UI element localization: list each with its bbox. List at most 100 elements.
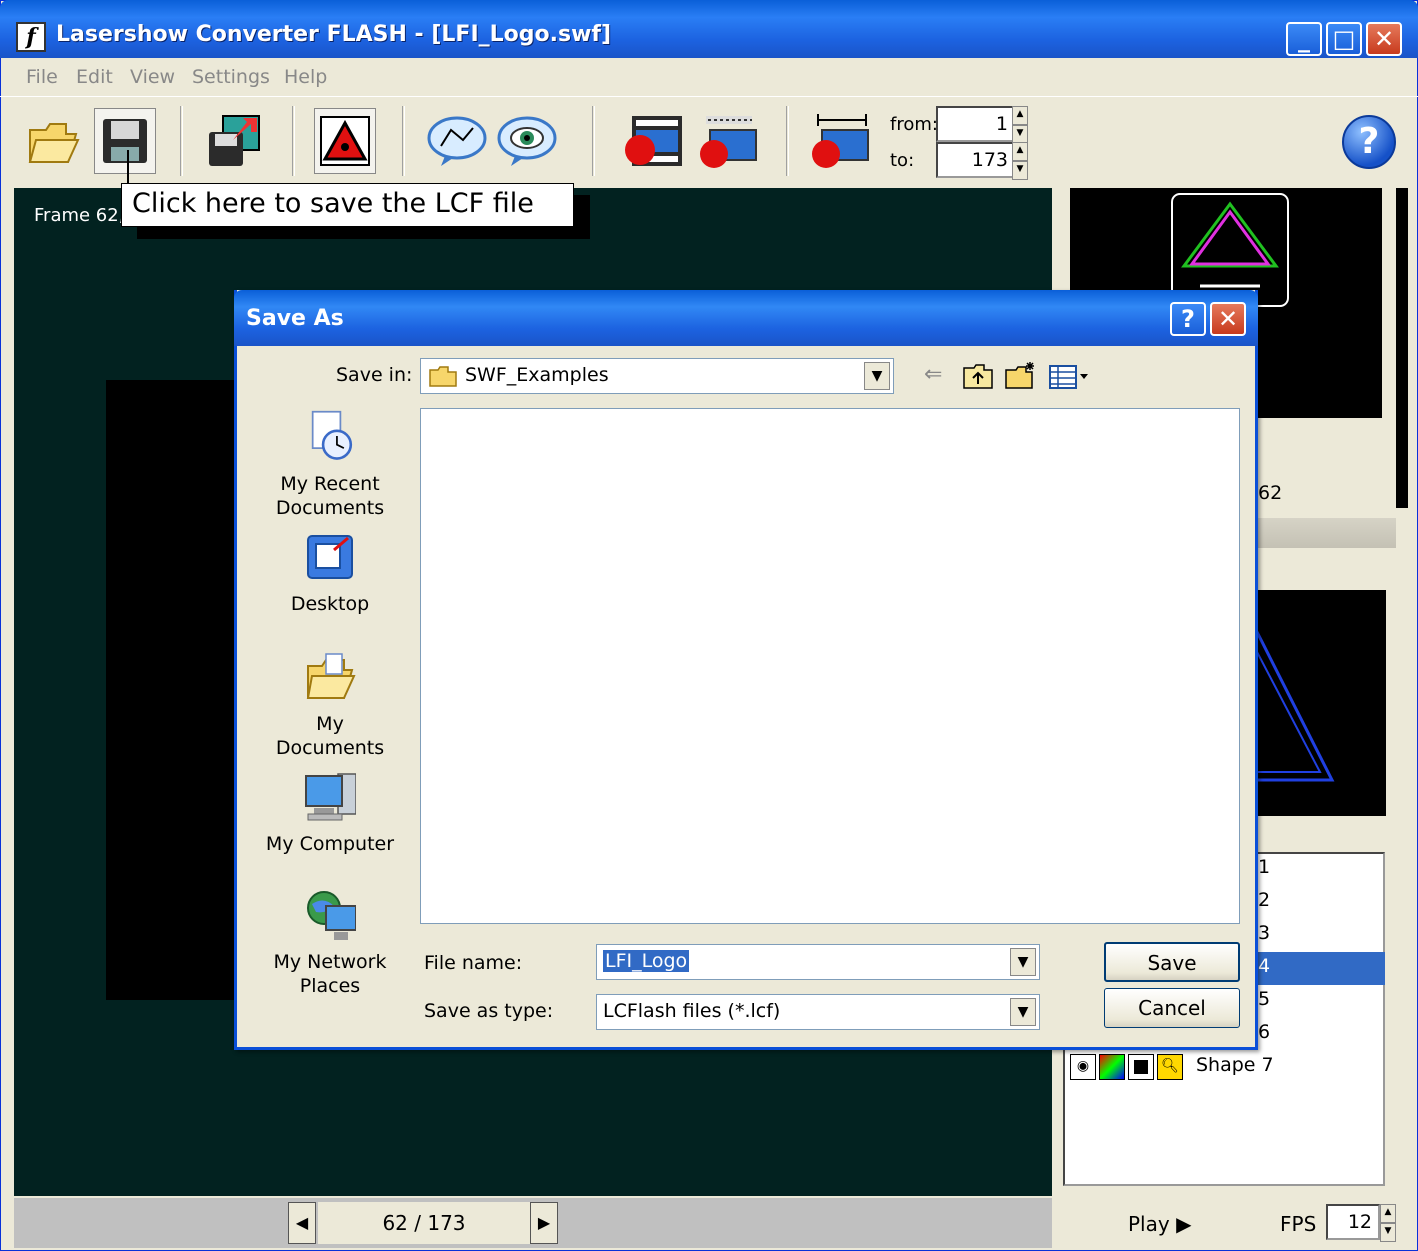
- from-label: from:: [890, 114, 938, 135]
- chevron-down-icon[interactable]: ▼: [1010, 948, 1036, 976]
- menu-help[interactable]: Help: [284, 66, 327, 88]
- dialog-help-button[interactable]: ?: [1170, 302, 1206, 336]
- open-button[interactable]: [22, 108, 84, 174]
- from-frame-input[interactable]: 1: [936, 106, 1016, 142]
- record-range-icon: [812, 114, 869, 168]
- to-label: to:: [890, 150, 915, 171]
- layer-item[interactable]: 5: [1258, 988, 1270, 1010]
- file-name-value: LFI_Logo: [603, 950, 690, 972]
- frame-number-partial: 62: [1258, 482, 1283, 504]
- record-range-button[interactable]: [808, 108, 870, 174]
- folder-icon: [428, 364, 458, 393]
- preview-scrollbar[interactable]: [1396, 188, 1408, 508]
- file-name-input[interactable]: LFI_Logo: [596, 944, 1040, 980]
- dialog-titlebar[interactable]: [234, 290, 1258, 346]
- visibility-eye-icon[interactable]: ◉: [1070, 1054, 1096, 1080]
- toolbar-separator: [786, 106, 789, 176]
- my-computer-icon: [305, 773, 357, 821]
- record-all-icon: [700, 116, 757, 168]
- frame-counter: 62 / 173: [318, 1202, 530, 1244]
- help-icon[interactable]: ?: [1342, 115, 1396, 169]
- stepper-down-icon[interactable]: ▼: [1380, 1223, 1396, 1242]
- app-logo-icon: f: [16, 22, 46, 52]
- layer-item[interactable]: 4: [1258, 955, 1270, 977]
- laser-warning-icon: [320, 116, 370, 166]
- view-menu-icon[interactable]: [1048, 362, 1092, 395]
- next-frame-button[interactable]: ▶: [530, 1202, 558, 1244]
- callout-pointer: [127, 150, 129, 186]
- fps-label: FPS: [1280, 1212, 1317, 1236]
- menu-settings[interactable]: Settings: [192, 66, 270, 88]
- place-network[interactable]: My Network Places: [260, 888, 400, 998]
- export-button[interactable]: [204, 108, 266, 174]
- fps-input[interactable]: 12: [1326, 1204, 1380, 1240]
- place-recent-documents[interactable]: My Recent Documents: [260, 410, 400, 520]
- menu-edit[interactable]: Edit: [76, 66, 113, 88]
- back-icon[interactable]: ⇐: [924, 362, 942, 387]
- prev-frame-button[interactable]: ◀: [288, 1202, 316, 1244]
- to-frame-input[interactable]: 173: [936, 142, 1016, 178]
- record-all-button[interactable]: [696, 108, 758, 174]
- chevron-down-icon[interactable]: ▼: [864, 362, 890, 390]
- dialog-save-button[interactable]: Save: [1104, 942, 1240, 982]
- fps-stepper[interactable]: ▲ ▼: [1380, 1204, 1396, 1242]
- place-label: Desktop: [290, 593, 370, 615]
- play-button[interactable]: Play ▶: [1128, 1212, 1191, 1236]
- save-callout: Click here to save the LCF file: [121, 183, 574, 227]
- stepper-up-icon[interactable]: ▲: [1012, 142, 1028, 161]
- place-label: My Documents: [275, 713, 385, 759]
- layer-toggle-icons: ◉ 🔍︎: [1070, 1054, 1190, 1080]
- save-button[interactable]: [94, 108, 156, 174]
- laser-output-button[interactable]: [314, 108, 376, 174]
- stepper-up-icon[interactable]: ▲: [1380, 1204, 1396, 1223]
- close-button[interactable]: ✕: [1366, 22, 1402, 56]
- path-edit-button[interactable]: [426, 108, 488, 174]
- toolbar-separator: [292, 106, 295, 176]
- layer-item[interactable]: 2: [1258, 889, 1270, 911]
- layer-item[interactable]: 6: [1258, 1021, 1270, 1043]
- fill-icon[interactable]: [1128, 1054, 1154, 1080]
- stage-canvas: [106, 380, 246, 1000]
- menu-view[interactable]: View: [130, 66, 175, 88]
- up-folder-icon[interactable]: [962, 362, 994, 395]
- save-type-dropdown[interactable]: LCFlash files (*.lcf): [596, 994, 1040, 1030]
- desktop-icon: [307, 535, 353, 579]
- maximize-button[interactable]: □: [1326, 22, 1362, 56]
- frame-label: Frame 62,: [34, 205, 125, 226]
- stepper-up-icon[interactable]: ▲: [1012, 106, 1028, 125]
- preview-eye-icon: [497, 116, 557, 166]
- path-edit-icon: [427, 116, 487, 166]
- dialog-cancel-button[interactable]: Cancel: [1104, 988, 1240, 1028]
- place-label: My Network Places: [273, 951, 387, 997]
- minimize-button[interactable]: _: [1286, 22, 1322, 56]
- from-frame-stepper[interactable]: ▲ ▼: [1012, 106, 1028, 144]
- dialog-title: Save As: [246, 306, 344, 331]
- place-my-documents[interactable]: My Documents: [260, 650, 400, 760]
- file-name-label: File name:: [424, 952, 523, 974]
- layer-item[interactable]: 3: [1258, 922, 1270, 944]
- save-disk-icon: [103, 119, 147, 163]
- place-desktop[interactable]: Desktop: [260, 530, 400, 616]
- toolbar-separator: [180, 106, 183, 176]
- chevron-down-icon[interactable]: ▼: [1010, 998, 1036, 1026]
- place-label: My Recent Documents: [275, 473, 385, 519]
- preview-button[interactable]: [496, 108, 558, 174]
- dialog-close-button[interactable]: ✕: [1210, 302, 1246, 336]
- file-list[interactable]: [420, 408, 1240, 924]
- save-in-dropdown[interactable]: SWF_Examples: [420, 358, 894, 394]
- layer-item[interactable]: Shape 7: [1196, 1054, 1274, 1076]
- search-key-icon[interactable]: 🔍︎: [1157, 1054, 1183, 1080]
- new-folder-icon[interactable]: [1004, 360, 1038, 395]
- save-in-label: Save in:: [336, 364, 413, 386]
- to-frame-stepper[interactable]: ▲ ▼: [1012, 142, 1028, 180]
- stepper-down-icon[interactable]: ▼: [1012, 161, 1028, 180]
- color-icon[interactable]: [1099, 1054, 1125, 1080]
- menu-file[interactable]: File: [26, 66, 58, 88]
- layer-item[interactable]: 1: [1258, 856, 1270, 878]
- record-frames-button[interactable]: [622, 108, 684, 174]
- toolbar-separator: [402, 106, 405, 176]
- place-my-computer[interactable]: My Computer: [260, 770, 400, 856]
- open-folder-icon: [28, 123, 80, 163]
- record-frames-icon: [625, 116, 682, 166]
- save-type-label: Save as type:: [424, 1000, 554, 1022]
